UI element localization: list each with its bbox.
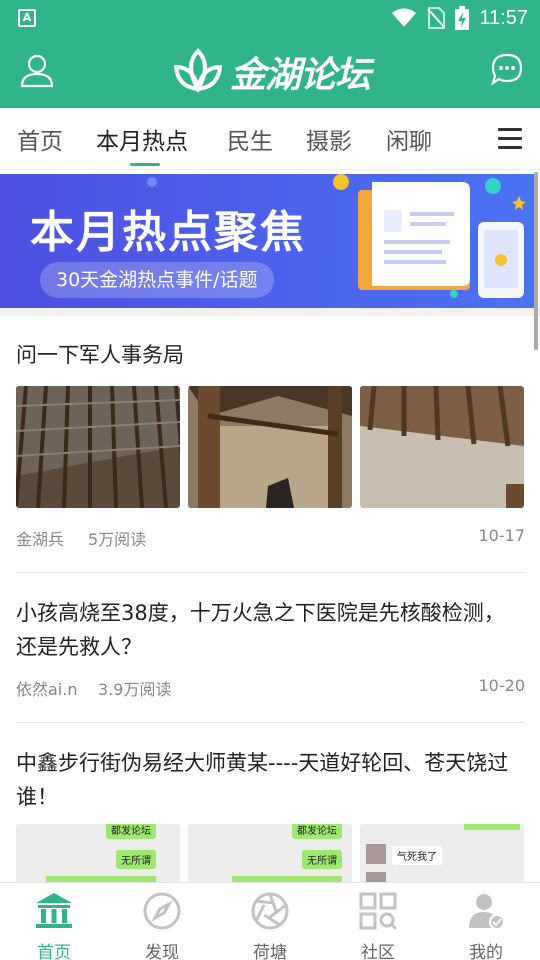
tab-photography[interactable]: 摄影 <box>306 122 352 156</box>
bottom-navigation: 首页 发现 荷塘 社区 我的 <box>0 882 540 960</box>
logo-text: 金湖论坛 <box>230 55 371 96</box>
post-author[interactable]: 依然ai.n <box>16 676 77 700</box>
lotus-logo-icon <box>173 48 223 93</box>
battery-charging-icon <box>455 6 470 30</box>
divider <box>16 722 525 723</box>
forum-logo: 金湖论坛 <box>172 42 372 102</box>
tab-overflow-fade <box>452 108 492 168</box>
post-title: 问一下军人事务局 <box>16 343 184 367</box>
aperture-icon <box>251 892 289 930</box>
app-screen: A 11:57 金湖论坛 首页 本月热点 民生 摄影 闲聊 本月热点聚焦 30天… <box>0 0 540 960</box>
post-author[interactable]: 金湖兵 <box>16 526 64 550</box>
post-card[interactable]: 中鑫步行街伪易经大师黄某----天道好轮回、苍天饶过谁！ <box>16 746 525 814</box>
chat-bubble: 都发论坛 <box>106 824 156 839</box>
nav-label: 社区 <box>361 943 395 960</box>
post-image-ceiling[interactable] <box>360 386 524 508</box>
tab-livelihood[interactable]: 民生 <box>227 122 273 156</box>
nav-label: 首页 <box>37 943 71 960</box>
wifi-icon <box>392 8 417 27</box>
status-bar: A 11:57 <box>0 0 540 36</box>
hot-topics-banner[interactable]: 本月热点聚焦 30天金湖热点事件/话题 <box>0 174 534 308</box>
nav-discover[interactable]: 发现 <box>122 891 202 960</box>
tab-home[interactable]: 首页 <box>17 122 63 156</box>
nav-pond[interactable]: 荷塘 <box>230 891 310 960</box>
nav-label: 发现 <box>145 943 179 960</box>
post-date: 10-20 <box>478 676 526 695</box>
post-image-roof-beams[interactable] <box>16 386 180 508</box>
active-tab-indicator <box>130 163 160 166</box>
tab-chat[interactable]: 闲聊 <box>386 122 432 156</box>
compass-icon <box>143 892 181 930</box>
nav-mine[interactable]: 我的 <box>446 891 526 960</box>
post-read-count: 5万阅读 <box>88 530 147 549</box>
scrollbar[interactable] <box>534 172 538 350</box>
chat-bubble: 都发论坛 <box>292 824 342 839</box>
app-icon: A <box>18 9 36 27</box>
section-gap <box>0 308 540 316</box>
banner-subtitle: 30天金湖热点事件/话题 <box>40 262 274 298</box>
chat-bubble-bar <box>464 824 520 830</box>
post-read-count: 3.9万阅读 <box>98 680 172 699</box>
app-header: 金湖论坛 <box>0 36 540 108</box>
nav-community[interactable]: 社区 <box>338 891 418 960</box>
menu-icon[interactable] <box>498 128 522 149</box>
message-icon[interactable] <box>490 52 524 86</box>
post-title: 小孩高烧至38度，十万火急之下医院是先核酸检测，还是先救人？ <box>16 601 505 659</box>
grid-search-icon <box>359 892 398 931</box>
chat-bubble: 无所谓 <box>302 850 342 869</box>
nav-home[interactable]: 首页 <box>14 891 94 960</box>
avatar <box>366 844 386 864</box>
chat-bubble: 气死我了 <box>392 846 442 865</box>
user-icon[interactable] <box>18 52 56 90</box>
clock: 11:57 <box>479 6 528 29</box>
user-check-icon <box>469 894 505 930</box>
post-images <box>16 386 525 508</box>
divider <box>16 572 525 573</box>
category-tabs: 首页 本月热点 民生 摄影 闲聊 <box>0 108 540 170</box>
post-meta: 金湖兵 5万阅读 10-17 <box>16 526 525 550</box>
banner-title: 本月热点聚焦 <box>30 207 306 258</box>
post-image-old-room[interactable] <box>188 386 352 508</box>
post-card[interactable]: 问一下军人事务局 <box>16 338 525 372</box>
post-meta: 依然ai.n 3.9万阅读 10-20 <box>16 676 525 700</box>
chat-bubble: 无所谓 <box>116 850 156 869</box>
status-icons: 11:57 <box>391 6 528 30</box>
nav-label: 荷塘 <box>253 943 287 960</box>
post-date: 10-17 <box>478 526 526 545</box>
tab-monthly-hot[interactable]: 本月热点 <box>96 122 188 156</box>
post-title: 中鑫步行街伪易经大师黄某----天道好轮回、苍天饶过谁！ <box>16 751 509 809</box>
bank-icon <box>36 893 72 928</box>
no-sim-icon <box>427 7 446 29</box>
post-card[interactable]: 小孩高烧至38度，十万火急之下医院是先核酸检测，还是先救人？ <box>16 596 525 664</box>
nav-label: 我的 <box>469 943 503 960</box>
